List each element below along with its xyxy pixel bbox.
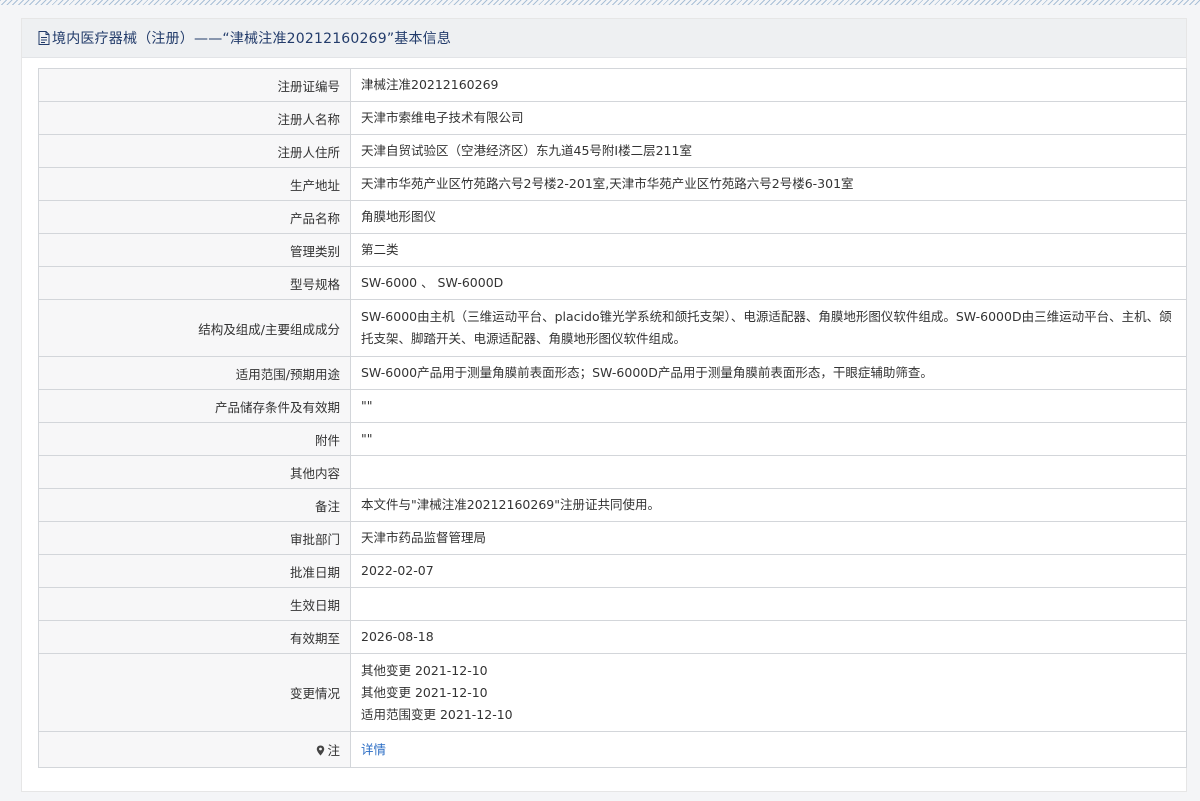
row-label: 注册人住所 — [38, 134, 351, 168]
table-row: 注册人名称 天津市索维电子技术有限公司 — [38, 101, 1187, 135]
info-panel: 境内医疗器械（注册）——“津械注准20212160269”基本信息 注册证编号 … — [22, 19, 1187, 791]
pin-icon — [316, 744, 325, 759]
row-value — [350, 455, 1187, 489]
row-label: 生产地址 — [38, 167, 351, 201]
panel-header: 境内医疗器械（注册）——“津械注准20212160269”基本信息 — [22, 19, 1186, 58]
table-row: 产品名称 角膜地形图仪 — [38, 200, 1187, 234]
row-value: 2026-08-18 — [350, 620, 1187, 654]
row-label: 生效日期 — [38, 587, 351, 621]
document-icon — [38, 31, 50, 45]
row-label: 产品名称 — [38, 200, 351, 234]
row-label: 其他内容 — [38, 455, 351, 489]
table-row: 其他内容 — [38, 455, 1187, 489]
row-label: 注册人名称 — [38, 101, 351, 135]
row-label: 结构及组成/主要组成成分 — [38, 299, 351, 357]
row-value: 天津市索维电子技术有限公司 — [350, 101, 1187, 135]
row-label: 审批部门 — [38, 521, 351, 555]
change-item: 适用范围变更 2021-12-10 — [361, 706, 513, 722]
table-row: 附件 "" — [38, 422, 1187, 456]
table-row: 产品储存条件及有效期 "" — [38, 389, 1187, 423]
changes-label: 变更情况 — [38, 653, 351, 732]
page-title: 境内医疗器械（注册）——“津械注准20212160269”基本信息 — [52, 31, 452, 47]
row-value: 第二类 — [350, 233, 1187, 267]
change-item: 其他变更 2021-12-10 — [361, 684, 488, 700]
row-value: "" — [350, 389, 1187, 423]
table-row: 注册证编号 津械注准20212160269 — [38, 68, 1187, 102]
changes-value: 其他变更 2021-12-10 其他变更 2021-12-10 适用范围变更 2… — [350, 653, 1187, 732]
table-row-changes: 变更情况 其他变更 2021-12-10 其他变更 2021-12-10 适用范… — [38, 653, 1187, 732]
table-row: 型号规格 SW-6000 、 SW-6000D — [38, 266, 1187, 300]
detail-link[interactable]: 详情 — [361, 742, 386, 757]
row-value: SW-6000 、 SW-6000D — [350, 266, 1187, 300]
change-item: 其他变更 2021-12-10 — [361, 662, 488, 678]
row-value: "" — [350, 422, 1187, 456]
row-value: 天津自贸试验区（空港经济区）东九道45号附I楼二层211室 — [350, 134, 1187, 168]
row-value: 天津市药品监督管理局 — [350, 521, 1187, 555]
table-row: 适用范围/预期用途 SW-6000产品用于测量角膜前表面形态；SW-6000D产… — [38, 356, 1187, 390]
row-value: 本文件与"津械注准20212160269"注册证共同使用。 — [350, 488, 1187, 522]
row-value: SW-6000产品用于测量角膜前表面形态；SW-6000D产品用于测量角膜前表面… — [350, 356, 1187, 390]
table-row: 生效日期 — [38, 587, 1187, 621]
row-label: 批准日期 — [38, 554, 351, 588]
table-row: 有效期至 2026-08-18 — [38, 620, 1187, 654]
row-value: 津械注准20212160269 — [350, 68, 1187, 102]
table-row: 注册人住所 天津自贸试验区（空港经济区）东九道45号附I楼二层211室 — [38, 134, 1187, 168]
note-label: 注 — [327, 743, 340, 758]
table-row-note: 注 详情 — [38, 731, 1187, 768]
info-table: 注册证编号 津械注准20212160269 注册人名称 天津市索维电子技术有限公… — [38, 68, 1187, 768]
top-decorative-border — [0, 0, 1200, 5]
row-value — [350, 587, 1187, 621]
row-value: 2022-02-07 — [350, 554, 1187, 588]
table-row: 生产地址 天津市华苑产业区竹苑路六号2号楼2-201室,天津市华苑产业区竹苑路六… — [38, 167, 1187, 201]
row-label: 适用范围/预期用途 — [38, 356, 351, 390]
table-row: 批准日期 2022-02-07 — [38, 554, 1187, 588]
table-row: 管理类别 第二类 — [38, 233, 1187, 267]
row-label: 注册证编号 — [38, 68, 351, 102]
row-value: SW-6000由主机（三维运动平台、placido锥光学系统和颌托支架）、电源适… — [350, 299, 1187, 357]
table-row: 结构及组成/主要组成成分 SW-6000由主机（三维运动平台、placido锥光… — [38, 299, 1187, 357]
row-label: 附件 — [38, 422, 351, 456]
row-label: 有效期至 — [38, 620, 351, 654]
table-row: 审批部门 天津市药品监督管理局 — [38, 521, 1187, 555]
row-label: 管理类别 — [38, 233, 351, 267]
note-value: 详情 — [350, 731, 1187, 768]
row-label: 型号规格 — [38, 266, 351, 300]
row-value: 角膜地形图仪 — [350, 200, 1187, 234]
row-label: 产品储存条件及有效期 — [38, 389, 351, 423]
note-label-cell: 注 — [38, 731, 351, 768]
row-value: 天津市华苑产业区竹苑路六号2号楼2-201室,天津市华苑产业区竹苑路六号2号楼6… — [350, 167, 1187, 201]
table-row: 备注 本文件与"津械注准20212160269"注册证共同使用。 — [38, 488, 1187, 522]
row-label: 备注 — [38, 488, 351, 522]
